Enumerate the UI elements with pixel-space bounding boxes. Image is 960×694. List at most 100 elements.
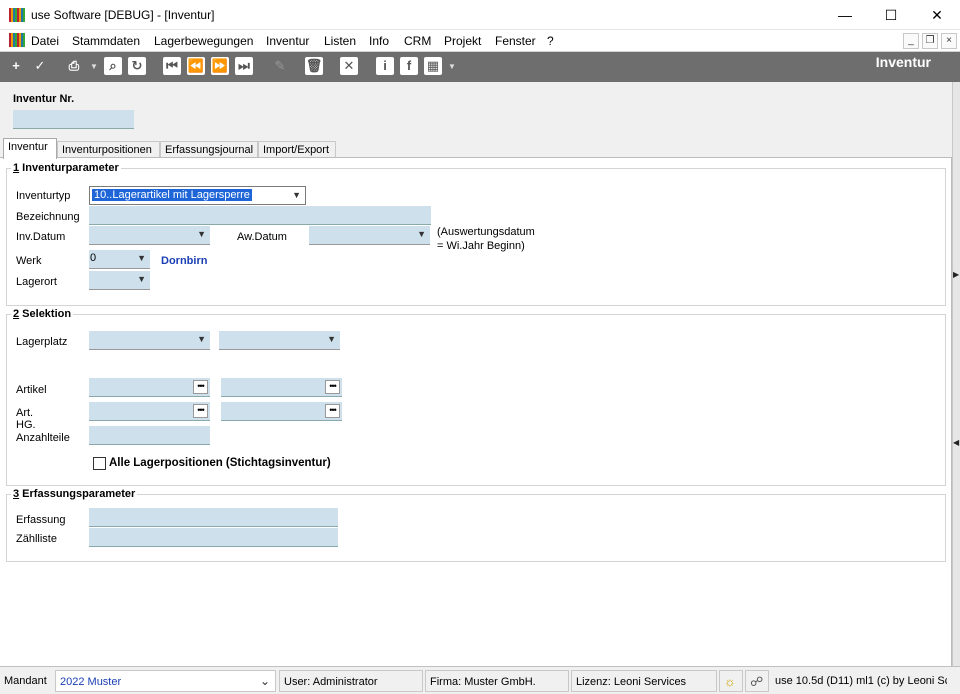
lagerplatz-from-select[interactable]: ▼ <box>89 331 210 350</box>
zaehlliste-input[interactable] <box>89 528 338 547</box>
tab-inventur[interactable]: Inventur <box>3 138 57 159</box>
chevron-down-icon: ▼ <box>137 274 146 284</box>
lagerplatz-label: Lagerplatz <box>16 336 68 348</box>
chevron-left-icon[interactable]: ◀ <box>953 438 959 448</box>
mandant-select[interactable]: 2022 Muster ⌄ <box>55 670 276 692</box>
werk-value: 0 <box>90 252 97 264</box>
inventur-nr-field[interactable] <box>13 110 134 129</box>
auswertungsdatum-note-line2: = Wi.Jahr Beginn) <box>437 240 525 252</box>
status-bar: Mandant 2022 Muster ⌄ User: Administrato… <box>0 666 960 694</box>
section-title-erfassungsparameter: 3 Erfassungsparameter <box>11 488 138 500</box>
check-icon[interactable]: ✓ <box>31 57 49 75</box>
maximize-button[interactable]: ☐ <box>868 0 914 30</box>
previous-record-icon[interactable]: ⏪ <box>187 57 205 75</box>
close-window-button[interactable]: ✕ <box>914 0 960 30</box>
menu-listen[interactable]: Listen <box>324 34 356 48</box>
section-title-inventurparameter: 1 Inventurparameter <box>11 162 121 174</box>
grid-icon[interactable]: ▦ <box>424 57 442 75</box>
lagerplatz-to-select[interactable]: ▼ <box>219 331 340 350</box>
mdi-close-button[interactable]: × <box>941 33 957 49</box>
erfassung-input[interactable] <box>89 508 338 527</box>
print-icon[interactable]: ⎙ <box>65 57 83 75</box>
werk-label: Werk <box>16 255 42 267</box>
aw-datum-label: Aw.Datum <box>237 231 287 243</box>
chevron-down-icon: ▼ <box>292 190 301 200</box>
menu-info[interactable]: Info <box>369 34 389 48</box>
info-icon[interactable]: i <box>376 57 394 75</box>
status-version: use 10.5d (D11) ml1 (c) by Leoni Sc <box>771 670 947 692</box>
status-lizenz: Lizenz: Leoni Services <box>571 670 717 692</box>
title-bar: use Software [DEBUG] - [Inventur] — ☐ ✕ <box>0 0 960 30</box>
first-record-icon[interactable]: ⏮ <box>163 57 181 75</box>
ellipsis-icon[interactable]: ••• <box>193 380 208 394</box>
app-logo-icon <box>9 8 25 22</box>
aw-datum-select[interactable]: ▼ <box>309 226 430 245</box>
tab-bar: Inventur Inventurpositionen Erfassungsjo… <box>0 138 950 159</box>
zaehlliste-label: Zählliste <box>16 533 57 545</box>
search-icon[interactable]: ⌕ <box>104 57 122 75</box>
status-user: User: Administrator <box>279 670 423 692</box>
menu-crm[interactable]: CRM <box>404 34 431 48</box>
menu-datei[interactable]: Datei <box>31 34 59 48</box>
anzahlteile-input[interactable] <box>89 426 210 445</box>
window-title: use Software [DEBUG] - [Inventur] <box>31 8 215 22</box>
mandant-label: Mandant <box>4 675 47 687</box>
inv-datum-label: Inv.Datum <box>16 231 66 243</box>
sun-icon[interactable]: ☼ <box>719 670 743 692</box>
delete-icon[interactable]: 🗑 <box>305 57 323 75</box>
close-icon[interactable]: ✕ <box>340 57 358 75</box>
mdi-restore-button[interactable]: ❐ <box>922 33 938 49</box>
refresh-icon[interactable]: ↻ <box>128 57 146 75</box>
section-title-selektion: 2 Selektion <box>11 308 74 320</box>
menu-stammdaten[interactable]: Stammdaten <box>72 34 140 48</box>
ellipsis-icon[interactable]: ••• <box>325 404 340 418</box>
menu-projekt[interactable]: Projekt <box>444 34 481 48</box>
record-header: Inventur Nr. <box>0 82 960 138</box>
art-hg-from-input[interactable]: ••• <box>89 402 210 421</box>
inv-datum-select[interactable]: ▼ <box>89 226 210 245</box>
lagerort-label: Lagerort <box>16 276 57 288</box>
lagerort-select[interactable]: ▼ <box>89 271 150 290</box>
menu-help[interactable]: ? <box>547 34 554 48</box>
print-dropdown-icon[interactable]: ▼ <box>90 57 98 75</box>
menu-inventur[interactable]: Inventur <box>266 34 309 48</box>
auswertungsdatum-note-line1: (Auswertungsdatum <box>437 226 535 238</box>
facebook-icon[interactable]: f <box>400 57 418 75</box>
plus-icon[interactable]: + <box>7 57 25 75</box>
menu-fenster[interactable]: Fenster <box>495 34 536 48</box>
chevron-down-icon: ▼ <box>197 229 206 239</box>
chevron-down-icon: ⌄ <box>259 674 270 688</box>
next-record-icon[interactable]: ⏩ <box>211 57 229 75</box>
mandant-value: 2022 Muster <box>60 676 122 688</box>
werk-select[interactable]: 0 ▼ <box>89 250 150 269</box>
chevron-right-icon[interactable]: ▶ <box>953 270 959 280</box>
last-record-icon[interactable]: ⏭ <box>235 57 253 75</box>
splitter-bar[interactable] <box>952 82 960 666</box>
alle-lagerpositionen-label[interactable]: Alle Lagerpositionen (Stichtagsinventur) <box>109 457 331 469</box>
grid-dropdown-icon[interactable]: ▼ <box>448 57 456 75</box>
artikel-from-input[interactable]: ••• <box>89 378 210 397</box>
art-hg-to-input[interactable]: ••• <box>221 402 342 421</box>
bezeichnung-input[interactable] <box>89 206 431 225</box>
werk-name: Dornbirn <box>161 255 208 267</box>
artikel-label: Artikel <box>16 384 47 396</box>
document-icon[interactable] <box>9 33 25 47</box>
minimize-button[interactable]: — <box>822 0 868 30</box>
tab-panel-inventur: 1 Inventurparameter Inventurtyp 10..Lage… <box>0 157 952 666</box>
artikel-to-input[interactable]: ••• <box>221 378 342 397</box>
mdi-minimize-button[interactable]: _ <box>903 33 919 49</box>
anzahlteile-label: Anzahlteile <box>16 432 70 444</box>
menu-lagerbewegungen[interactable]: Lagerbewegungen <box>154 34 253 48</box>
connection-icon[interactable]: ☍ <box>745 670 769 692</box>
edit-icon[interactable]: ✎ <box>271 57 289 75</box>
ellipsis-icon[interactable]: ••• <box>325 380 340 394</box>
status-firma: Firma: Muster GmbH. <box>425 670 569 692</box>
inventurtyp-label: Inventurtyp <box>16 190 71 202</box>
ellipsis-icon[interactable]: ••• <box>193 404 208 418</box>
inventurtyp-select[interactable]: 10..Lagerartikel mit Lagersperre ▼ <box>89 186 306 205</box>
alle-lagerpositionen-checkbox[interactable] <box>93 457 106 470</box>
chevron-down-icon: ▼ <box>137 253 146 263</box>
erfassung-label: Erfassung <box>16 514 66 526</box>
chevron-down-icon: ▼ <box>417 229 426 239</box>
chevron-down-icon: ▼ <box>197 334 206 344</box>
